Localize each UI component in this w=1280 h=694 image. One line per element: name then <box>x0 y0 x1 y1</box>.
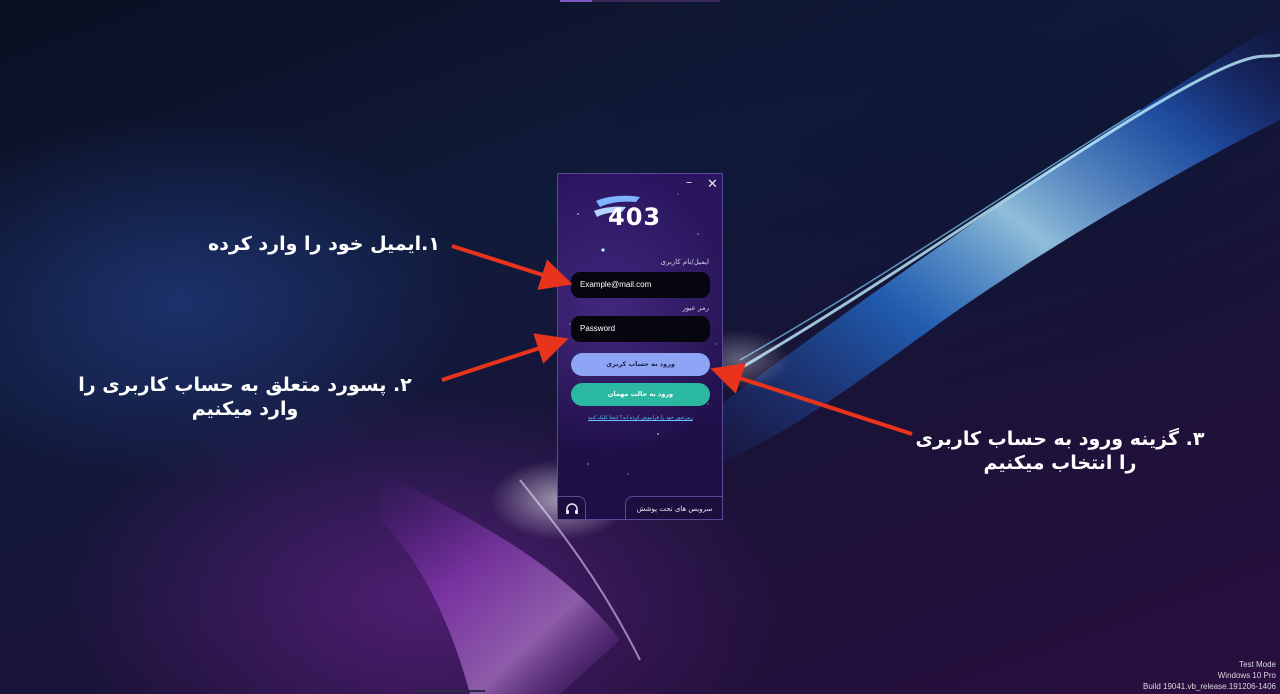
password-input[interactable]: Password <box>571 316 710 342</box>
headset-icon <box>566 503 578 514</box>
watermark-line2: Windows 10 Pro <box>1217 671 1276 680</box>
watermark-line1: Test Mode <box>1239 660 1276 669</box>
annotation-step2-line2: وارد میکنیم <box>191 398 299 420</box>
email-label: ایمیل/نام کاربری <box>660 258 710 266</box>
annotation-step2-line1: ۲. پسورد متعلق به حساب کاربری را <box>78 374 412 396</box>
login-button[interactable]: ورود به حساب کربری <box>571 353 710 376</box>
app-logo: 403 <box>594 195 661 231</box>
desktop-background: – ✕ 403 ایمیل/نام کاربری Example@mail.co… <box>0 0 1280 694</box>
support-button[interactable] <box>558 496 586 519</box>
close-button[interactable]: ✕ <box>707 178 718 192</box>
covered-services-button[interactable]: سرویس های تحت پوشش <box>625 496 722 519</box>
windows-test-mode-watermark: Test Mode Windows 10 Pro Build 19041.vb_… <box>1143 659 1276 692</box>
logo-text: 403 <box>608 203 661 231</box>
annotation-step3-line2: را انتخاب میکنیم <box>983 452 1137 474</box>
top-edge-bar <box>560 0 720 2</box>
password-label: رمز عبور <box>682 304 709 312</box>
annotation-step3-line1: ۳. گزینه ورود به حساب کاربری <box>915 428 1205 450</box>
annotation-step1-text: ۱.ایمیل خود را وارد کرده <box>207 233 440 255</box>
bottom-edge-bar <box>413 690 485 692</box>
forgot-password-link[interactable]: رمزعبور خود را فراموش کرده اید؟ اینجا کل… <box>571 415 710 421</box>
email-input[interactable]: Example@mail.com <box>571 272 710 298</box>
app-login-window: – ✕ 403 ایمیل/نام کاربری Example@mail.co… <box>557 173 723 520</box>
minimize-button[interactable]: – <box>686 175 692 189</box>
annotation-step3: ۳. گزینه ورود به حساب کاربری را انتخاب م… <box>905 427 1215 475</box>
annotation-step2: ۲. پسورد متعلق به حساب کاربری را وارد می… <box>70 373 420 421</box>
annotation-step1: ۱.ایمیل خود را وارد کرده <box>180 232 440 256</box>
guest-login-button[interactable]: ورود به حالت مهمان <box>571 383 710 406</box>
watermark-line3: Build 19041.vb_release.191206-1406 <box>1143 682 1276 691</box>
